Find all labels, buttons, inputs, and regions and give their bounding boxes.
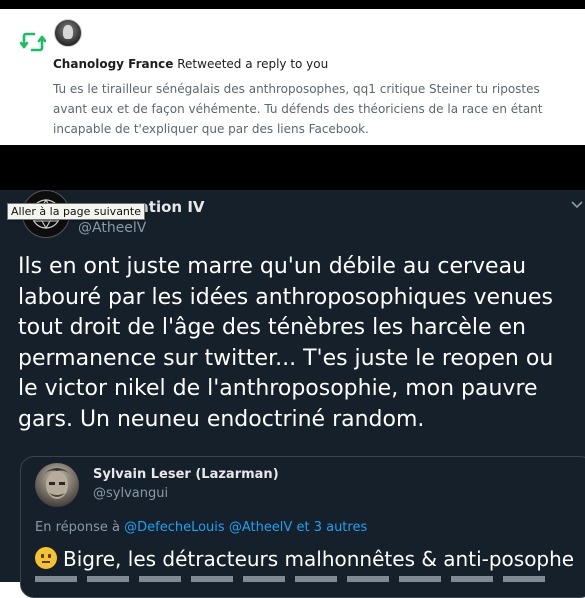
mention-link[interactable]: @DefecheLouis xyxy=(124,520,225,535)
tweet-line: gars. Un neuneu endoctriné random. xyxy=(18,406,425,432)
notification-header: Chanology France Retweeted a reply to yo… xyxy=(53,57,328,71)
neutral-face-emoji xyxy=(35,547,57,569)
reply-line: Tu es le tirailleur sénégalais des anthr… xyxy=(53,82,540,96)
reply-text: Tu es le tirailleur sénégalais des anthr… xyxy=(53,79,573,139)
divider xyxy=(0,145,585,190)
tweet-line: tout droit de l'âge des ténèbres les har… xyxy=(18,315,526,340)
tweet-line: labouré par les idées anthroposophiques … xyxy=(18,284,553,310)
quoted-author-name[interactable]: Sylvain Leser (Lazarman) xyxy=(93,467,279,482)
quoted-text-line: Bigre, les détracteurs malhonnêtes & ant… xyxy=(63,547,575,571)
quoted-text: Bigre, les détracteurs malhonnêtes & ant… xyxy=(35,547,574,571)
reply-line: incapable de t'expliquer que par des lie… xyxy=(53,122,369,136)
user-avatar[interactable] xyxy=(54,19,82,47)
user-name[interactable]: Chanology France xyxy=(53,57,173,71)
quoted-text-overflow xyxy=(35,576,555,582)
others-link[interactable]: et 3 autres xyxy=(296,520,367,535)
tweet-author-handle[interactable]: @AtheelV xyxy=(78,220,146,236)
mention-link[interactable]: @AtheelV xyxy=(229,520,293,535)
tweet-text: Ils en ont juste marre qu'un débile au c… xyxy=(18,252,578,435)
quoted-author-handle[interactable]: @sylvangui xyxy=(93,486,168,501)
tooltip: Aller à la page suivante xyxy=(7,203,145,220)
top-bar xyxy=(0,0,585,9)
reply-context: En réponse à @DefecheLouis @AtheelV et 3… xyxy=(35,520,367,535)
tweet-line: Ils en ont juste marre qu'un débile au c… xyxy=(18,254,527,279)
retweet-icon xyxy=(20,32,46,52)
chevron-down-icon[interactable] xyxy=(571,200,583,210)
quoted-avatar[interactable] xyxy=(35,463,79,507)
notification-action: Retweeted a reply to you xyxy=(177,57,329,71)
tweet-line: permanence sur twitter... T'es juste le … xyxy=(18,345,554,371)
tweet-line: le victor nikel de l'anthroposophie, mon… xyxy=(18,376,538,401)
reply-line: avant eux et de façon véhémente. Tu défe… xyxy=(53,102,543,116)
face-portrait-icon xyxy=(43,468,71,499)
reply-prefix: En réponse à xyxy=(35,520,120,535)
